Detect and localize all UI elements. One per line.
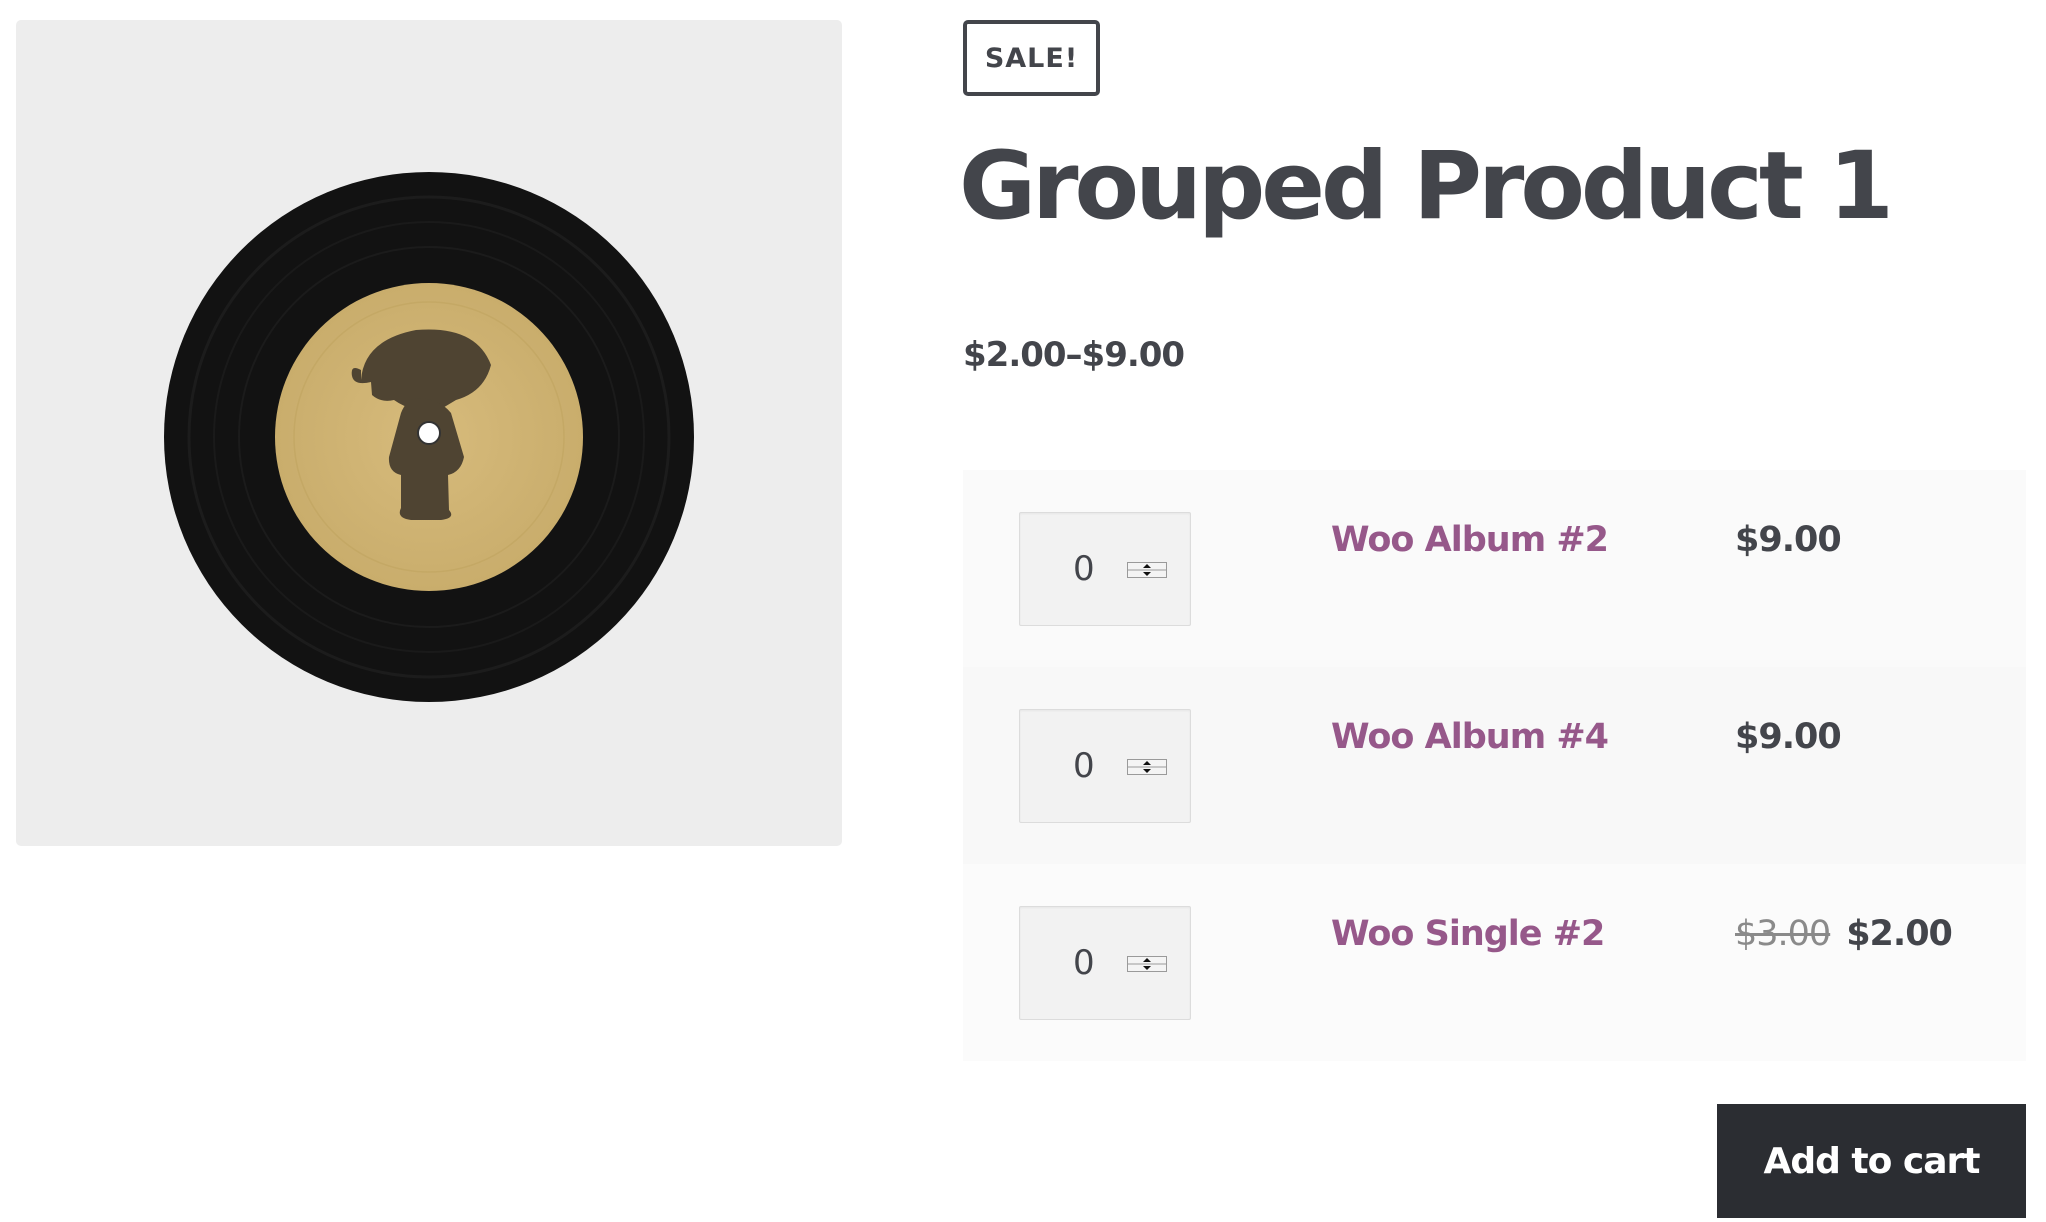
quantity-stepper[interactable]: 0 [1019, 906, 1191, 1020]
product-link[interactable]: Woo Single #2 [1331, 914, 1605, 954]
original-price: $3.00 [1735, 914, 1831, 954]
quantity-value[interactable]: 0 [1073, 746, 1095, 786]
product-image[interactable] [16, 20, 842, 846]
quantity-stepper[interactable]: 0 [1019, 512, 1191, 626]
spinner-arrows-icon[interactable] [1127, 562, 1167, 578]
spindle-hole [417, 421, 441, 445]
sale-price: $2.00 [1846, 914, 1953, 954]
current-price: $9.00 [1735, 717, 1842, 757]
vinyl-record-image [164, 172, 694, 702]
quantity-value[interactable]: 0 [1073, 943, 1095, 983]
item-price: $9.00 [1735, 520, 1842, 560]
item-price: $3.00 $2.00 [1735, 914, 1953, 954]
sale-badge: SALE! [963, 20, 1100, 96]
product-link[interactable]: Woo Album #4 [1331, 717, 1609, 757]
spinner-arrows-icon[interactable] [1127, 759, 1167, 775]
grouped-products-table: 0 Woo Album #2 $9.00 0 Woo Album #4 $9.0… [963, 470, 2026, 1061]
table-row: 0 Woo Album #4 $9.00 [963, 667, 2026, 864]
price-range: $2.00–$9.00 [963, 335, 1185, 375]
quantity-stepper[interactable]: 0 [1019, 709, 1191, 823]
product-link[interactable]: Woo Album #2 [1331, 520, 1609, 560]
spinner-arrows-icon[interactable] [1127, 956, 1167, 972]
table-row: 0 Woo Album #2 $9.00 [963, 470, 2026, 667]
current-price: $9.00 [1735, 520, 1842, 560]
add-to-cart-button[interactable]: Add to cart [1717, 1104, 2026, 1218]
product-title: Grouped Product 1 [959, 132, 1894, 241]
item-price: $9.00 [1735, 717, 1842, 757]
quantity-value[interactable]: 0 [1073, 549, 1095, 589]
table-row: 0 Woo Single #2 $3.00 $2.00 [963, 864, 2026, 1061]
